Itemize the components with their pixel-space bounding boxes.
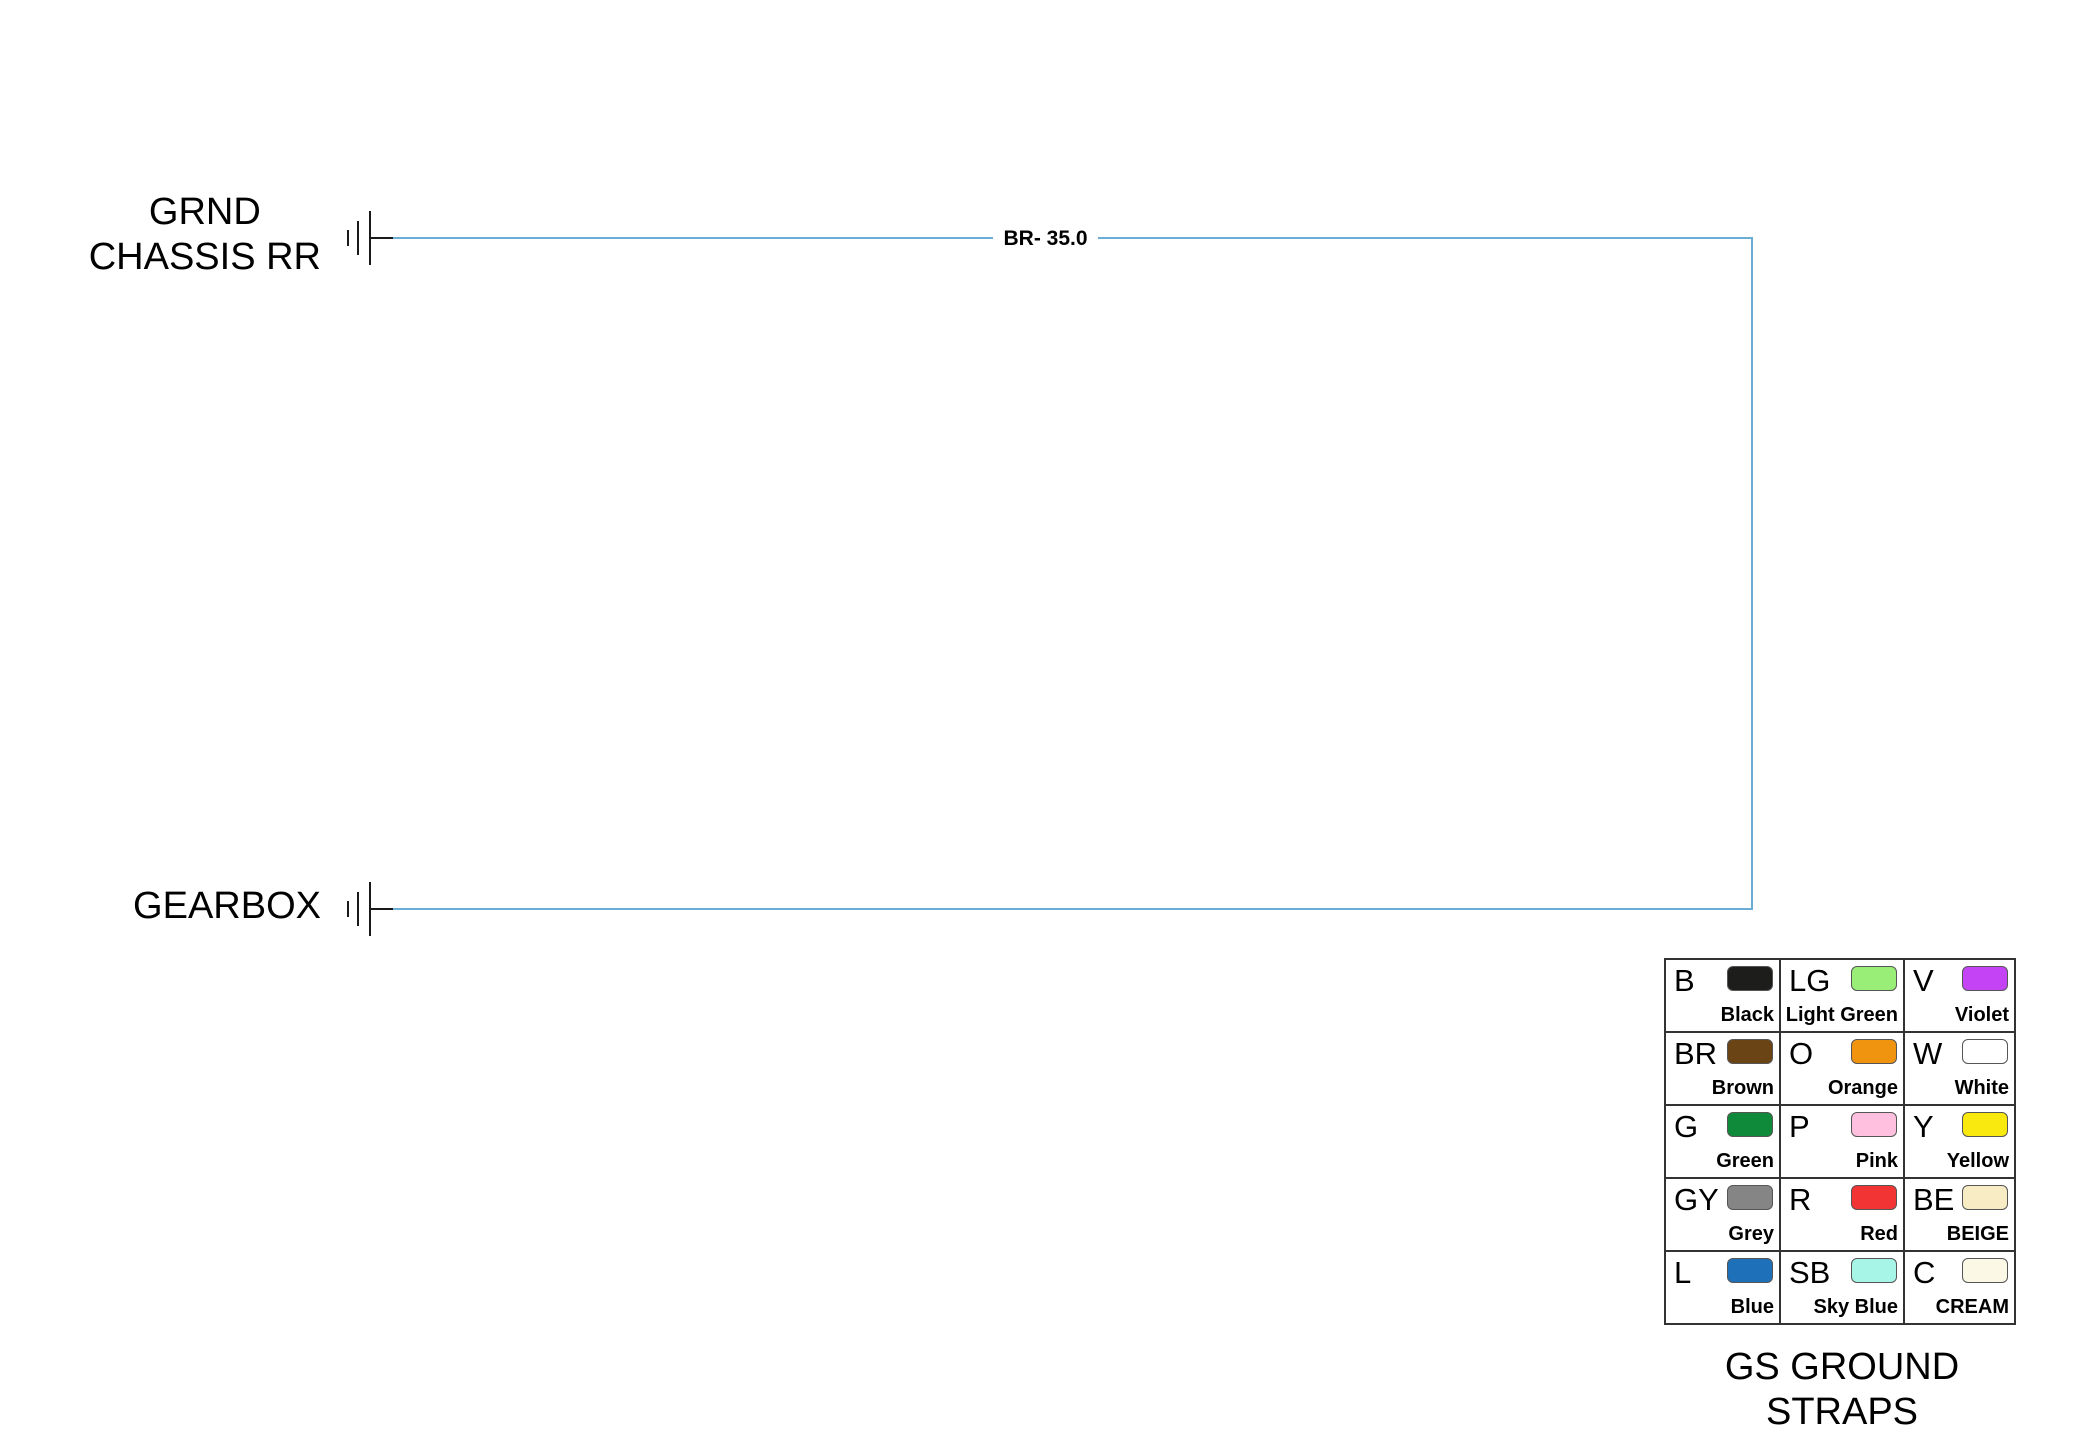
connector-label-grnd-chassis-rr: GRND CHASSIS RR (89, 190, 321, 280)
legend-code: BR (1674, 1036, 1718, 1071)
legend-title-line: STRAPS (1765, 1391, 1919, 1433)
legend-color-name: BEIGE (1946, 1223, 2009, 1245)
legend-color-name: Blue (1730, 1296, 1774, 1318)
color-swatch (1727, 1185, 1773, 1210)
legend-color-name: Orange (1827, 1077, 1898, 1099)
legend-cell: L Blue (1664, 1250, 1781, 1325)
legend-code: B (1674, 963, 1695, 998)
legend-code: C (1913, 1255, 1936, 1290)
ground-symbol-icon (347, 882, 393, 936)
legend-color-name: Violet (1954, 1004, 2009, 1026)
legend-color-name: Green (1716, 1150, 1774, 1172)
legend-code: R (1789, 1182, 1812, 1217)
legend-code: Y (1913, 1109, 1934, 1144)
legend-color-name: Red (1860, 1223, 1898, 1245)
legend-cell: P Pink (1779, 1104, 1905, 1179)
legend-cell: Y Yellow (1903, 1104, 2016, 1179)
legend-title: GS GROUND STRAPS (1664, 1345, 2020, 1435)
legend-code: G (1674, 1109, 1699, 1144)
legend-cell: C CREAM (1903, 1250, 2016, 1325)
legend-color-name: Brown (1711, 1077, 1774, 1099)
color-swatch (1727, 1112, 1773, 1137)
color-swatch (1851, 966, 1897, 991)
legend-code: L (1674, 1255, 1692, 1290)
legend-title-line: GS GROUND (1724, 1346, 1960, 1388)
color-swatch (1962, 1258, 2008, 1283)
legend-row: B Black LG Light Green V Violet (1664, 958, 2016, 1033)
legend-row: GY Grey R Red BE BEIGE (1664, 1177, 2016, 1252)
legend-cell: O Orange (1779, 1031, 1905, 1106)
color-swatch (1851, 1039, 1897, 1064)
legend-cell: BR Brown (1664, 1031, 1781, 1106)
connector-label-line: CHASSIS RR (88, 236, 321, 278)
legend-color-name: Yellow (1946, 1150, 2009, 1172)
legend-cell: V Violet (1903, 958, 2016, 1033)
legend-code: V (1913, 963, 1934, 998)
color-swatch (1962, 1185, 2008, 1210)
wire-br-35[interactable] (393, 237, 1753, 910)
color-swatch (1962, 966, 2008, 991)
legend-code: GY (1674, 1182, 1719, 1217)
wire-gauge: 35.0 (1046, 227, 1088, 250)
legend-color-name: White (1954, 1077, 2009, 1099)
legend-code: W (1913, 1036, 1943, 1071)
legend-color-name: Black (1720, 1004, 1774, 1026)
color-swatch (1727, 966, 1773, 991)
legend-cell: LG Light Green (1779, 958, 1905, 1033)
ground-symbol-icon (347, 211, 393, 265)
legend-cell: GY Grey (1664, 1177, 1781, 1252)
legend-code: SB (1789, 1255, 1831, 1290)
legend-row: G Green P Pink Y Yellow (1664, 1104, 2016, 1179)
connector-label-line: GRND (148, 191, 261, 233)
legend-row: L Blue SB Sky Blue C CREAM (1664, 1250, 2016, 1325)
color-swatch (1851, 1258, 1897, 1283)
color-swatch (1962, 1039, 2008, 1064)
legend-cell: G Green (1664, 1104, 1781, 1179)
wire-color-code: BR (1003, 227, 1034, 250)
legend-color-name: Pink (1855, 1150, 1898, 1172)
color-swatch (1851, 1185, 1897, 1210)
wire-color-legend: B Black LG Light Green V Violet BR Brown O Or… (1664, 958, 2016, 1325)
color-swatch (1727, 1258, 1773, 1283)
legend-code: BE (1913, 1182, 1955, 1217)
legend-color-name: Grey (1728, 1223, 1774, 1245)
connector-label-gearbox: GEARBOX (133, 885, 321, 927)
color-swatch (1851, 1112, 1897, 1137)
legend-cell: R Red (1779, 1177, 1905, 1252)
legend-color-name: Sky Blue (1813, 1296, 1898, 1318)
legend-cell: B Black (1664, 958, 1781, 1033)
legend-code: P (1789, 1109, 1810, 1144)
legend-code: O (1789, 1036, 1814, 1071)
legend-color-name: CREAM (1935, 1296, 2009, 1318)
legend-cell: BE BEIGE (1903, 1177, 2016, 1252)
legend-color-name: Light Green (1785, 1004, 1898, 1026)
legend-cell: W White (1903, 1031, 2016, 1106)
legend-cell: SB Sky Blue (1779, 1250, 1905, 1325)
legend-code: LG (1789, 963, 1831, 998)
wire-label: BR- 35.0 (993, 226, 1098, 252)
color-swatch (1727, 1039, 1773, 1064)
color-swatch (1962, 1112, 2008, 1137)
legend-row: BR Brown O Orange W White (1664, 1031, 2016, 1106)
